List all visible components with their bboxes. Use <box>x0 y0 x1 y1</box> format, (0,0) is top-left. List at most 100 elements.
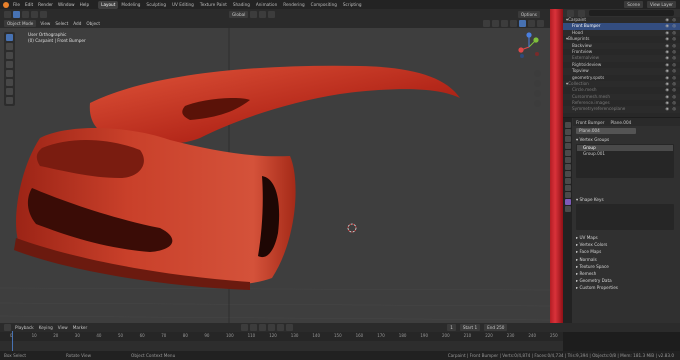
panel-header-remesh[interactable]: ▸ Remesh <box>573 270 680 277</box>
workspace-tab-texture-paint[interactable]: Texture Paint <box>197 1 230 9</box>
display-mode-icon[interactable] <box>578 9 585 17</box>
3d-cursor-icon[interactable] <box>347 223 357 233</box>
render-tab-icon[interactable] <box>564 129 571 135</box>
3d-viewport[interactable] <box>0 28 550 323</box>
material-shading-icon[interactable] <box>528 20 535 27</box>
timeline-menu-marker[interactable]: Marker <box>73 325 87 330</box>
transform-tool-icon[interactable] <box>6 79 13 86</box>
workspace-tab-compositing[interactable]: Compositing <box>308 1 340 9</box>
outliner-row[interactable]: Symmetryreferenceplane ◉ ◎ <box>563 106 680 113</box>
snap-icon[interactable] <box>259 10 267 18</box>
move-tool-icon[interactable] <box>6 52 13 59</box>
blender-logo-icon[interactable] <box>3 1 9 8</box>
x-axis-icon[interactable] <box>518 47 524 53</box>
solid-shading-icon[interactable] <box>519 20 526 27</box>
menu-item-file[interactable]: File <box>13 2 20 7</box>
physics-tab-icon[interactable] <box>564 185 571 191</box>
select-mode-icon[interactable] <box>40 10 47 18</box>
transform-orientation-dropdown[interactable]: Global <box>229 10 249 18</box>
outliner-search-input[interactable] <box>589 10 674 16</box>
vertex-groups-panel-header[interactable]: ▾ Vertex Groups <box>573 136 680 144</box>
start-frame-field[interactable]: Start 1 <box>459 324 481 331</box>
pan-icon[interactable] <box>534 80 541 87</box>
workspace-tab-shading[interactable]: Shading <box>230 1 253 9</box>
select-box-icon[interactable] <box>13 10 20 18</box>
timeline-menu-view[interactable]: View <box>58 325 68 330</box>
play-reverse-icon[interactable] <box>259 324 267 331</box>
measure-tool-icon[interactable] <box>6 97 13 104</box>
object-tab-icon[interactable] <box>564 164 571 170</box>
navigation-gizmo[interactable] <box>512 30 546 64</box>
panel-header-custom-properties[interactable]: ▸ Custom Properties <box>573 284 680 291</box>
menu-item-edit[interactable]: Edit <box>25 2 33 7</box>
mesh-data-tab-icon[interactable] <box>564 199 571 205</box>
workspace-tab-scripting[interactable]: Scripting <box>340 1 365 9</box>
camera-view-icon[interactable] <box>534 90 541 97</box>
tool-tab-icon[interactable] <box>564 122 571 128</box>
vertex-group-item[interactable]: Group.001 <box>577 151 673 157</box>
timeline-editor-icon[interactable] <box>4 324 11 331</box>
modifier-tab-icon[interactable] <box>564 171 571 177</box>
gizmo-toggle-icon[interactable] <box>492 20 499 27</box>
workspace-tab-modeling[interactable]: Modeling <box>118 1 143 9</box>
panel-header-vertex-colors[interactable]: ▸ Vertex Colors <box>573 241 680 248</box>
menu-item-help[interactable]: Help <box>80 2 90 7</box>
panel-header-normals[interactable]: ▸ Normals <box>573 256 680 263</box>
next-keyframe-icon[interactable] <box>277 324 285 331</box>
timeline-track[interactable] <box>0 331 563 351</box>
options-dropdown[interactable]: Options <box>517 10 540 18</box>
viewport-menu-object[interactable]: Object <box>86 21 100 26</box>
outliner-editor-icon[interactable] <box>567 9 574 17</box>
xray-icon[interactable] <box>510 20 517 27</box>
select-mode-icon[interactable] <box>31 10 38 18</box>
particles-tab-icon[interactable] <box>564 178 571 184</box>
rendered-shading-icon[interactable] <box>537 20 544 27</box>
scene-selector[interactable]: Scene <box>624 1 644 8</box>
overlay-toggle-icon[interactable] <box>501 20 508 27</box>
workspace-tab-uv-editing[interactable]: UV Editing <box>169 1 197 9</box>
cursor-tool-icon[interactable] <box>6 43 13 50</box>
playhead[interactable] <box>12 331 13 351</box>
viewport-menu-view[interactable]: View <box>40 21 50 26</box>
mesh-data-name-field[interactable]: Plane.004 <box>576 128 636 134</box>
z-axis-icon[interactable] <box>526 32 532 38</box>
scene-tab-icon[interactable] <box>564 150 571 156</box>
current-frame-field[interactable]: 1 <box>447 324 456 331</box>
proportional-edit-icon[interactable] <box>268 10 276 18</box>
scale-tool-icon[interactable] <box>6 70 13 77</box>
visibility-icon[interactable] <box>483 20 490 27</box>
workspace-tab-animation[interactable]: Animation <box>253 1 280 9</box>
menu-item-window[interactable]: Window <box>58 2 75 7</box>
select-tool-icon[interactable] <box>6 34 13 41</box>
constraints-tab-icon[interactable] <box>564 192 571 198</box>
output-tab-icon[interactable] <box>564 136 571 142</box>
ortho-toggle-icon[interactable] <box>534 100 541 107</box>
timeline-menu-keying[interactable]: Keying <box>39 325 53 330</box>
jump-start-icon[interactable] <box>241 324 249 331</box>
panel-header-face-maps[interactable]: ▸ Face Maps <box>573 248 680 255</box>
workspace-tab-sculpting[interactable]: Sculpting <box>143 1 169 9</box>
workspace-tab-layout[interactable]: Layout <box>98 0 119 9</box>
menu-item-render[interactable]: Render <box>38 2 53 7</box>
panel-header-geometry-data[interactable]: ▸ Geometry Data <box>573 277 680 284</box>
jump-end-icon[interactable] <box>286 324 294 331</box>
view-layer-tab-icon[interactable] <box>564 143 571 149</box>
annotate-tool-icon[interactable] <box>6 88 13 95</box>
select-mode-icon[interactable] <box>22 10 29 18</box>
material-tab-icon[interactable] <box>564 206 571 212</box>
panel-header-texture-space[interactable]: ▸ Texture Space <box>573 263 680 270</box>
editor-type-icon[interactable] <box>4 10 11 18</box>
viewport-menu-add[interactable]: Add <box>73 21 81 26</box>
pivot-icon[interactable] <box>250 10 258 18</box>
shape-keys-panel-header[interactable]: ▾ Shape Keys <box>573 196 680 204</box>
view-layer-selector[interactable]: View Layer <box>647 1 676 8</box>
end-frame-field[interactable]: End 250 <box>484 324 508 331</box>
rotate-tool-icon[interactable] <box>6 61 13 68</box>
timeline-menu-playback[interactable]: Playback <box>15 325 34 330</box>
visibility-icons[interactable]: ◉ ◎ <box>665 106 677 112</box>
play-icon[interactable] <box>268 324 276 331</box>
world-tab-icon[interactable] <box>564 157 571 163</box>
panel-header-uv-maps[interactable]: ▸ UV Maps <box>573 234 680 241</box>
workspace-tab-rendering[interactable]: Rendering <box>280 1 307 9</box>
timeline-ruler[interactable]: 0102030405060708090100110120130140150160… <box>0 332 563 341</box>
